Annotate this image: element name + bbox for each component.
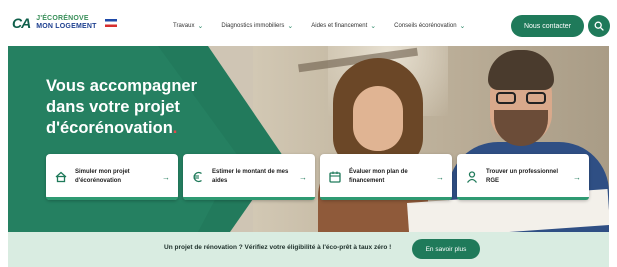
photo-man-glasses [496,92,546,106]
arrow-right-icon: → [436,172,444,182]
main-navigation: Travaux ⌄ Diagnostics immobiliers ⌄ Aide… [173,22,465,30]
arrow-right-icon: → [299,172,307,182]
nav-label: Diagnostics immobiliers [221,23,285,29]
logo-line-2: MON LOGEMENT [36,23,97,30]
house-icon [54,170,68,184]
nav-item-conseils[interactable]: Conseils écorénovation ⌄ [394,22,465,30]
credit-agricole-logo-mark: CA [12,15,31,31]
chevron-down-icon: ⌄ [370,23,377,30]
photo-woman-face [353,86,403,151]
search-button[interactable] [588,15,610,37]
chevron-down-icon: ⌄ [287,23,294,30]
search-icon [594,21,604,31]
logo-wordmark: J'ÉCORÉNOVE MON LOGEMENT [36,15,96,31]
card-label: Simuler mon projet d'écorénovation [75,169,130,184]
card-simuler-projet[interactable]: Simuler mon projet d'écorénovation → [46,154,178,200]
card-accent-bar [183,197,315,200]
learn-more-button[interactable]: En savoir plus [412,239,480,259]
hero-section: Vous accompagner dans votre projet d'éco… [8,46,609,232]
eco-ptz-banner: Un projet de rénovation ? Vérifiez votre… [8,232,609,267]
hero-title-line-2: dans votre projet [46,98,180,116]
arrow-right-icon: → [573,172,581,182]
banner-text: Un projet de rénovation ? Vérifiez votre… [164,244,392,251]
card-accent-bar [457,197,589,200]
card-trouver-professionnel[interactable]: Trouver un professionnel RGE → [457,154,589,200]
card-accent-bar [46,197,178,200]
card-label: Estimer le montant de mes aides [212,169,289,184]
hero-title-line-1: Vous accompagner [46,77,197,95]
hero-title-dot: . [172,119,178,137]
person-icon [465,170,479,184]
nav-label: Conseils écorénovation [394,23,457,29]
site-logo[interactable]: CA J'ÉCORÉNOVE MON LOGEMENT [12,15,117,31]
nav-item-diagnostics[interactable]: Diagnostics immobiliers ⌄ [221,22,293,30]
chevron-down-icon: ⌄ [197,23,204,30]
nav-label: Travaux [173,23,195,29]
card-evaluer-financement[interactable]: Évaluer mon plan de financement → [320,154,452,200]
card-label: Trouver un professionnel RGE [486,169,559,184]
euro-icon [191,170,205,184]
card-label: Évaluer mon plan de financement [349,169,408,184]
card-accent-bar [320,197,452,200]
flag-icon [104,19,117,27]
nav-item-aides[interactable]: Aides et financement ⌄ [311,22,376,30]
hero-title: Vous accompagner dans votre projet d'éco… [46,76,266,139]
contact-button[interactable]: Nous contacter [511,15,584,37]
card-estimer-aides[interactable]: Estimer le montant de mes aides → [183,154,315,200]
nav-label: Aides et financement [311,23,368,29]
arrow-right-icon: → [162,172,170,182]
logo-line-1: J'ÉCORÉNOVE [36,15,89,22]
site-header: CA J'ÉCORÉNOVE MON LOGEMENT Travaux ⌄ Di… [8,8,610,44]
hero-title-line-3-text: d'écorénovation [46,119,173,137]
nav-item-travaux[interactable]: Travaux ⌄ [173,22,203,30]
calendar-icon [328,170,342,184]
hero-title-line-3: d'écorénovation. [46,118,266,139]
chevron-down-icon: ⌄ [459,23,466,30]
